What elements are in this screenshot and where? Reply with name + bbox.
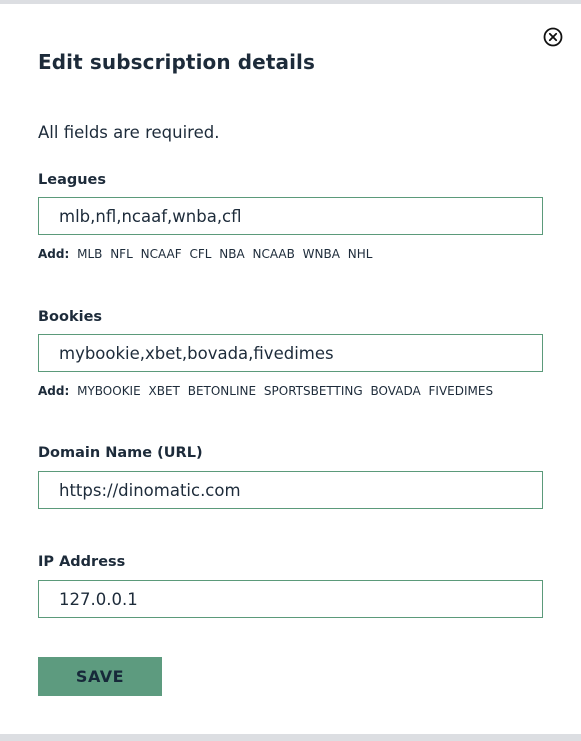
ip-address-input[interactable] [38, 580, 543, 618]
modal-title: Edit subscription details [38, 50, 316, 74]
add-bookie-fivedimes[interactable]: FIVEDIMES [429, 384, 494, 398]
save-button[interactable]: SAVE [38, 657, 162, 696]
add-league-nhl[interactable]: NHL [348, 247, 373, 261]
leagues-add-row: Add: MLB NFL NCAAF CFL NBA NCAAB WNBA NH… [38, 247, 376, 261]
add-bookie-betonline[interactable]: BETONLINE [188, 384, 256, 398]
bookies-add-row: Add: MYBOOKIE XBET BETONLINE SPORTSBETTI… [38, 384, 497, 398]
bookies-add-label: Add: [38, 384, 70, 398]
required-fields-note: All fields are required. [38, 123, 220, 142]
add-bookie-xbet[interactable]: XBET [149, 384, 180, 398]
add-league-ncaab[interactable]: NCAAB [253, 247, 295, 261]
close-button[interactable] [543, 27, 563, 47]
add-bookie-bovada[interactable]: BOVADA [371, 384, 421, 398]
leagues-add-label: Add: [38, 247, 70, 261]
add-league-mlb[interactable]: MLB [77, 247, 102, 261]
close-circle-icon [543, 27, 563, 47]
bookies-input[interactable] [38, 334, 543, 372]
add-league-cfl[interactable]: CFL [189, 247, 211, 261]
ip-address-label: IP Address [38, 554, 126, 570]
leagues-input[interactable] [38, 197, 543, 235]
domain-input[interactable] [38, 471, 543, 509]
add-bookie-sportsbetting[interactable]: SPORTSBETTING [264, 384, 363, 398]
domain-label: Domain Name (URL) [38, 445, 203, 461]
add-bookie-mybookie[interactable]: MYBOOKIE [77, 384, 141, 398]
add-league-nba[interactable]: NBA [219, 247, 244, 261]
bookies-label: Bookies [38, 309, 103, 325]
edit-subscription-modal: Edit subscription details All fields are… [0, 4, 581, 734]
add-league-nfl[interactable]: NFL [110, 247, 133, 261]
add-league-ncaaf[interactable]: NCAAF [141, 247, 182, 261]
add-league-wnba[interactable]: WNBA [303, 247, 340, 261]
leagues-label: Leagues [38, 172, 107, 188]
